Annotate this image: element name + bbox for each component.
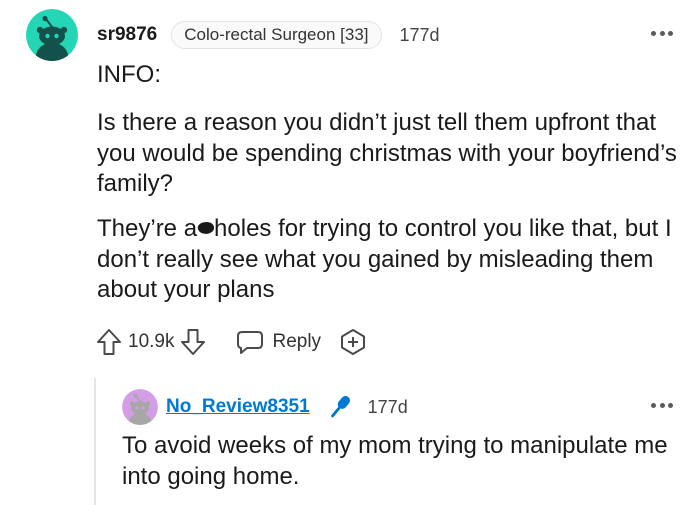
downvote-arrow-icon[interactable] [180, 328, 206, 356]
upvote-arrow-icon[interactable] [96, 328, 122, 356]
comment-paragraph-2-start: They’re a [97, 215, 198, 242]
comment-meta: sr9876 Colo-rectal Surgeon [33] 177d [97, 20, 440, 50]
user-avatar[interactable] [26, 9, 78, 61]
comment-thread: sr9876 Colo-rectal Surgeon [33] 177d INF… [0, 0, 700, 505]
microphone-icon [330, 395, 350, 418]
snoo-avatar-icon [26, 9, 78, 61]
reply-age: 177d [367, 396, 408, 417]
comment-paragraph-2: They’re a holes for trying to control you… [97, 214, 687, 306]
thread-line[interactable] [94, 378, 96, 505]
comment-info-label: INFO: [97, 61, 161, 88]
reply-meta: No_Review8351 177d [166, 392, 408, 422]
more-options-icon[interactable] [651, 402, 673, 408]
more-options-icon[interactable] [651, 30, 673, 36]
comment-username[interactable]: sr9876 [97, 24, 157, 46]
comment-actions: 10.9k Reply [96, 326, 367, 358]
censor-blot [196, 220, 216, 236]
reply-bubble-icon [237, 331, 264, 354]
comment-age: 177d [399, 24, 440, 45]
award-plus-icon[interactable] [339, 328, 367, 356]
comment-paragraph-1: Is there a reason you didn’t just tell t… [97, 109, 677, 197]
reply-text: To avoid weeks of my mom trying to manip… [122, 432, 668, 490]
reply-button[interactable]: Reply [236, 329, 321, 355]
reply-username[interactable]: No_Review8351 [166, 396, 310, 418]
snoo-avatar-icon [122, 389, 158, 425]
reply-user-avatar[interactable] [122, 389, 158, 425]
user-flair: Colo-rectal Surgeon [33] [171, 21, 382, 49]
reply-label: Reply [272, 331, 322, 352]
vote-count: 10.9k [128, 331, 175, 352]
